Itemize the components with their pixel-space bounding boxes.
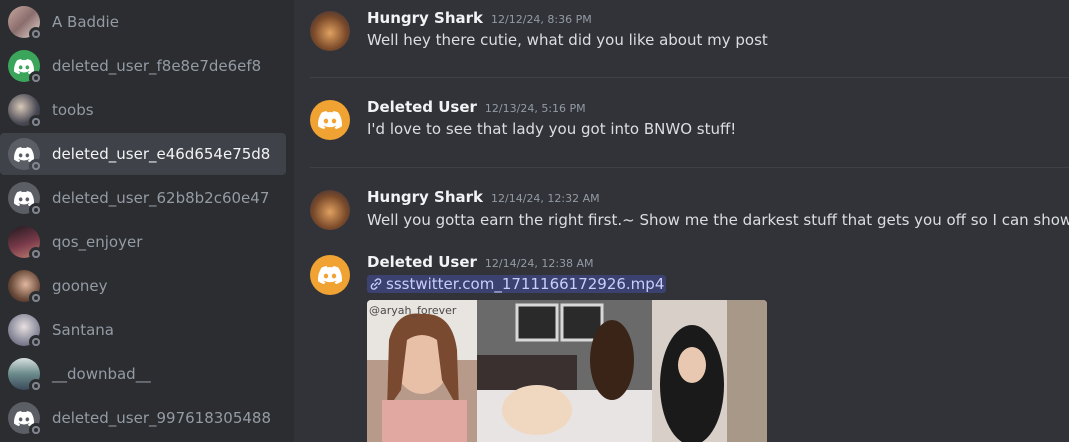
dm-sidebar: A Baddie deleted_user_f8e8e7de6ef8 toobs bbox=[0, 0, 294, 442]
dm-item-deleted-user-9976[interactable]: deleted_user_997618305488 bbox=[0, 397, 286, 439]
status-offline-icon bbox=[29, 291, 43, 305]
dm-item-gooney[interactable]: gooney bbox=[0, 265, 286, 307]
dm-item-deleted-user-62b8[interactable]: deleted_user_62b8b2c60e47 bbox=[0, 177, 286, 219]
message-author[interactable]: Hungry Shark bbox=[367, 188, 483, 206]
avatar bbox=[8, 50, 43, 85]
message-text: Well hey there cutie, what did you like … bbox=[367, 31, 768, 49]
author-avatar[interactable] bbox=[310, 190, 350, 230]
message: Deleted User 12/13/24, 5:16 PM I'd love … bbox=[310, 98, 737, 140]
message: Hungry Shark 12/12/24, 8:36 PM Well hey … bbox=[310, 9, 768, 51]
status-offline-icon bbox=[29, 115, 43, 129]
author-avatar[interactable] bbox=[310, 11, 350, 51]
message-timestamp: 12/12/24, 8:36 PM bbox=[491, 13, 592, 26]
dm-item-a-baddie[interactable]: A Baddie bbox=[0, 1, 286, 43]
message-text-row: Well you gotta earn the right first.~ Sh… bbox=[367, 210, 1069, 230]
chat-area: Hungry Shark 12/12/24, 8:36 PM Well hey … bbox=[294, 0, 1069, 442]
message-text: Well you gotta earn the right first.~ Sh… bbox=[367, 211, 1069, 229]
link-text: ssstwitter.com_1711166172926.mp4 bbox=[386, 275, 665, 293]
avatar bbox=[8, 358, 43, 393]
message-timestamp: 12/13/24, 5:16 PM bbox=[484, 102, 586, 115]
dm-item-downbad[interactable]: __downbad__ bbox=[0, 353, 286, 395]
status-offline-icon bbox=[29, 203, 43, 217]
discord-logo-icon bbox=[14, 410, 34, 426]
discord-logo-icon bbox=[14, 190, 34, 206]
dm-name: deleted_user_f8e8e7de6ef8 bbox=[52, 57, 262, 75]
media-watermark: @aryah_forever bbox=[369, 304, 457, 317]
dm-item-deleted-user-e46d[interactable]: deleted_user_e46d654e75d8 bbox=[0, 133, 286, 175]
message-timestamp: 12/14/24, 12:38 AM bbox=[484, 257, 594, 270]
dm-name: qos_enjoyer bbox=[52, 233, 143, 251]
status-offline-icon bbox=[29, 247, 43, 261]
message-author[interactable]: Deleted User bbox=[367, 98, 477, 116]
author-avatar[interactable] bbox=[310, 100, 350, 140]
avatar bbox=[8, 6, 43, 41]
video-preview-image bbox=[367, 300, 767, 442]
message-author[interactable]: Deleted User bbox=[367, 253, 477, 271]
avatar bbox=[8, 402, 43, 437]
dm-name: toobs bbox=[52, 101, 94, 119]
message-timestamp: 12/14/24, 12:32 AM bbox=[491, 192, 600, 205]
status-offline-icon bbox=[29, 379, 43, 393]
avatar bbox=[8, 138, 43, 173]
dm-name: deleted_user_e46d654e75d8 bbox=[52, 145, 271, 163]
message: Hungry Shark 12/14/24, 12:32 AM Well you… bbox=[310, 188, 1069, 230]
dm-item-santana[interactable]: Santana bbox=[0, 309, 286, 351]
date-divider bbox=[310, 167, 1069, 168]
app-window: A Baddie deleted_user_f8e8e7de6ef8 toobs bbox=[0, 0, 1069, 442]
discord-logo-icon bbox=[318, 266, 342, 284]
dm-name: A Baddie bbox=[52, 13, 119, 31]
avatar bbox=[8, 270, 43, 305]
message-author[interactable]: Hungry Shark bbox=[367, 9, 483, 27]
dm-item-toobs[interactable]: toobs bbox=[0, 89, 286, 131]
message-text: I'd love to see that lady you got into B… bbox=[367, 120, 737, 138]
link-icon bbox=[370, 278, 382, 290]
status-offline-icon bbox=[29, 27, 43, 41]
discord-logo-icon bbox=[14, 146, 34, 162]
dm-name: deleted_user_997618305488 bbox=[52, 409, 272, 427]
author-avatar[interactable] bbox=[310, 255, 350, 295]
dm-name: __downbad__ bbox=[52, 365, 151, 383]
avatar bbox=[8, 314, 43, 349]
status-offline-icon bbox=[29, 423, 43, 437]
discord-logo-icon bbox=[14, 58, 34, 74]
dm-name: deleted_user_62b8b2c60e47 bbox=[52, 189, 270, 207]
date-divider bbox=[310, 77, 1069, 78]
attachment-link[interactable]: ssstwitter.com_1711166172926.mp4 bbox=[367, 275, 667, 293]
message: Deleted User 12/14/24, 12:38 AM ssstwitt… bbox=[310, 253, 767, 442]
avatar bbox=[8, 226, 43, 261]
avatar bbox=[8, 182, 43, 217]
avatar bbox=[8, 94, 43, 129]
dm-item-deleted-user-f8e8[interactable]: deleted_user_f8e8e7de6ef8 bbox=[0, 45, 286, 87]
status-offline-icon bbox=[29, 159, 43, 173]
dm-name: gooney bbox=[52, 277, 108, 295]
dm-name: Santana bbox=[52, 321, 114, 339]
dm-item-qos-enjoyer[interactable]: qos_enjoyer bbox=[0, 221, 286, 263]
status-offline-icon bbox=[29, 335, 43, 349]
video-thumbnail[interactable]: @aryah_forever bbox=[367, 300, 767, 442]
discord-logo-icon bbox=[318, 111, 342, 129]
status-offline-icon bbox=[29, 71, 43, 85]
